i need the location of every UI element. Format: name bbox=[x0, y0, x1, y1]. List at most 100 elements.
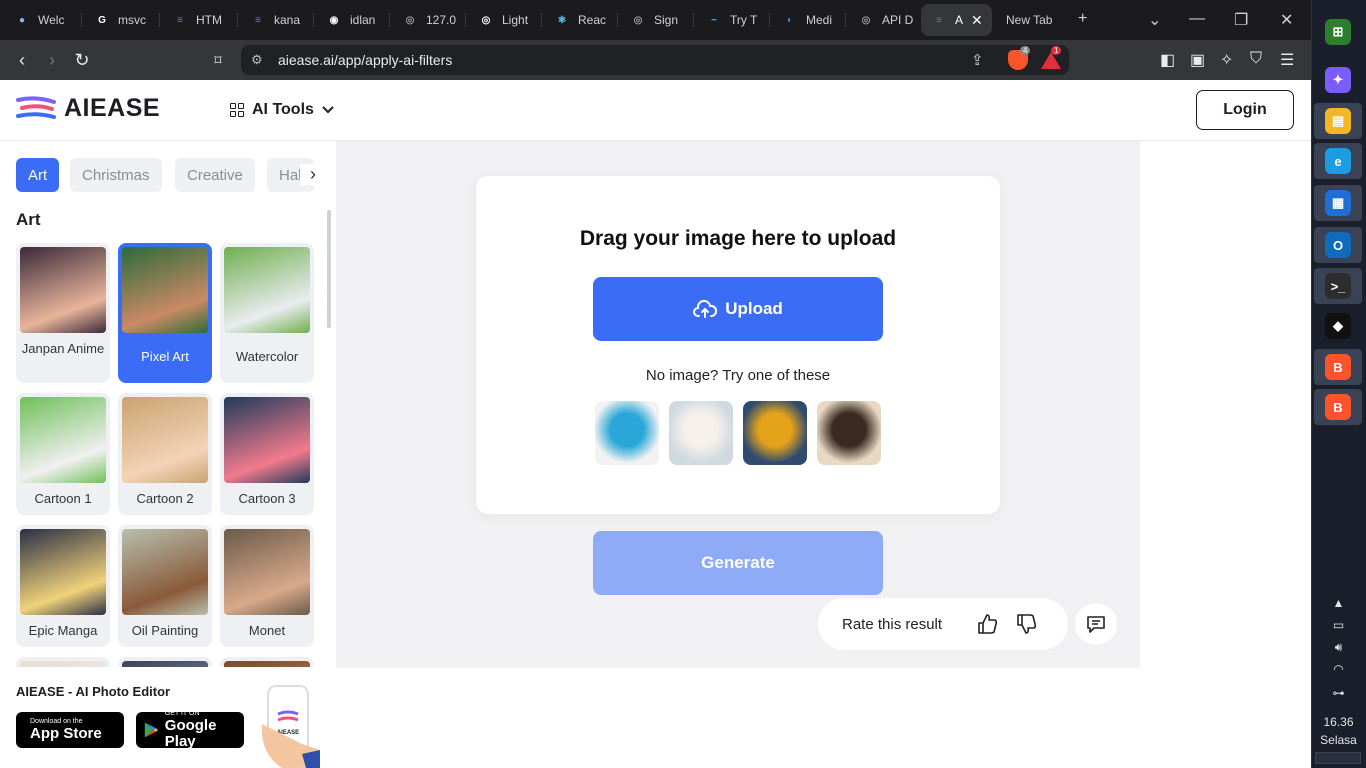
taskbar-app-brave-2[interactable]: B bbox=[1314, 389, 1362, 425]
taskbar-app-microsoft-store[interactable]: ▦ bbox=[1314, 185, 1362, 221]
tab-search-icon[interactable]: ⌄ bbox=[1148, 10, 1161, 30]
tab-favicon-icon: ◐ bbox=[786, 14, 794, 26]
taskbar-app-copilot[interactable]: ✦ bbox=[1314, 62, 1362, 98]
browser-tab[interactable]: ≡ A ✕ bbox=[921, 4, 992, 36]
browser-tab[interactable]: ≡ HTM bbox=[162, 4, 238, 36]
sample-image-woman-curly-hair[interactable] bbox=[595, 401, 659, 465]
taskbar-app-cube-app[interactable]: ◆ bbox=[1314, 308, 1362, 344]
settings-sliders-icon[interactable]: ⊶ bbox=[1311, 686, 1366, 700]
logo-text[interactable]: AIEASE bbox=[64, 94, 160, 123]
sidebar-toggle-icon[interactable]: ◧ bbox=[1160, 50, 1175, 70]
show-desktop-button[interactable] bbox=[1315, 752, 1361, 764]
sidebar-scrollbar[interactable] bbox=[327, 210, 331, 328]
upload-button[interactable]: Upload bbox=[593, 277, 883, 341]
chevron-right-icon[interactable]: › bbox=[300, 164, 326, 185]
browser-tab[interactable]: New Tab bbox=[996, 4, 1076, 36]
site-info-icon[interactable]: ⚙ bbox=[251, 52, 263, 68]
category-chip[interactable]: Creative bbox=[175, 158, 255, 192]
address-bar[interactable]: ⚙ aiease.ai/app/apply-ai-filters ⇪ 4 1 bbox=[241, 45, 1069, 75]
leo-ai-icon[interactable]: ✧ bbox=[1220, 50, 1233, 70]
tab-favicon-icon: ◎ bbox=[481, 14, 491, 26]
category-chip[interactable]: Christmas bbox=[70, 158, 162, 192]
phone-illustration: AIEASE bbox=[262, 685, 320, 768]
tray-overflow-icon[interactable]: ▲ bbox=[1311, 596, 1366, 610]
taskbar-app-file-explorer[interactable]: ▤ bbox=[1314, 103, 1362, 139]
filter-card[interactable]: Cartoon 1 bbox=[16, 393, 110, 515]
clock-time[interactable]: 16.36 bbox=[1311, 715, 1366, 729]
browser-tab[interactable]: ⚛ Reac bbox=[544, 4, 618, 36]
url-text[interactable]: aiease.ai/app/apply-ai-filters bbox=[278, 52, 452, 68]
sample-image-sunflowers[interactable] bbox=[743, 401, 807, 465]
browser-tab[interactable]: ● Welc bbox=[4, 4, 82, 36]
sample-image-wedding-couple[interactable] bbox=[669, 401, 733, 465]
clock-day[interactable]: Selasa bbox=[1311, 733, 1366, 747]
forward-icon[interactable]: › bbox=[42, 50, 62, 70]
wallet-icon[interactable]: ▣ bbox=[1190, 50, 1205, 70]
upload-dropzone[interactable]: Drag your image here to upload Upload No… bbox=[476, 176, 1000, 514]
terminal-icon: >_ bbox=[1325, 273, 1351, 299]
filter-thumbnail bbox=[20, 661, 106, 667]
browser-tab[interactable]: ◎ Sign bbox=[620, 4, 694, 36]
thumbs-down-icon[interactable] bbox=[1015, 613, 1037, 635]
close-window-icon[interactable]: ✕ bbox=[1280, 10, 1293, 30]
filter-card[interactable] bbox=[16, 657, 110, 667]
share-icon[interactable]: ⇪ bbox=[971, 51, 984, 69]
browser-tab[interactable]: ◎ API D bbox=[848, 4, 920, 36]
browser-tab[interactable]: ≡ kana bbox=[240, 4, 314, 36]
category-chips: Art Christmas Creative Hal bbox=[16, 158, 326, 192]
minimize-icon[interactable]: — bbox=[1189, 10, 1205, 28]
filter-card[interactable]: Pixel Art bbox=[118, 243, 212, 383]
menu-icon[interactable]: ☰ bbox=[1280, 50, 1294, 70]
taskbar-app-brave[interactable]: B bbox=[1314, 349, 1362, 385]
close-tab-icon[interactable]: ✕ bbox=[971, 12, 983, 29]
browser-tab[interactable]: Gmsvc bbox=[84, 4, 160, 36]
new-tab-icon[interactable]: + bbox=[1078, 10, 1087, 28]
browser-tab[interactable]: ~ Try T bbox=[696, 4, 770, 36]
shield-count-badge: 4 bbox=[1020, 46, 1031, 55]
filter-card[interactable]: Janpan Anime bbox=[16, 243, 110, 383]
thumbs-up-icon[interactable] bbox=[976, 613, 998, 635]
generate-button[interactable]: Generate bbox=[593, 531, 883, 595]
filter-thumbnail bbox=[122, 397, 208, 483]
feedback-button[interactable] bbox=[1075, 603, 1117, 645]
tab-separator bbox=[389, 13, 390, 27]
taskbar-app-outlook[interactable]: O bbox=[1314, 227, 1362, 263]
aiease-logo-icon[interactable] bbox=[16, 96, 56, 120]
taskbar-app-start[interactable]: ⊞ bbox=[1314, 14, 1362, 50]
taskbar-app-edge[interactable]: e bbox=[1314, 143, 1362, 179]
filter-card[interactable] bbox=[118, 657, 212, 667]
volume-icon[interactable]: 🔊︎ bbox=[1311, 640, 1366, 655]
filter-card[interactable]: Monet bbox=[220, 525, 314, 647]
sample-image-dog-party-hat[interactable] bbox=[817, 401, 881, 465]
google-play-button[interactable]: GET IT ON Google Play bbox=[136, 710, 244, 750]
tab-separator bbox=[693, 13, 694, 27]
browser-tab[interactable]: ◉ idlan bbox=[316, 4, 390, 36]
filter-card[interactable]: Cartoon 2 bbox=[118, 393, 212, 515]
filter-card[interactable] bbox=[220, 657, 314, 667]
google-play-icon bbox=[144, 722, 158, 738]
filter-card[interactable]: Epic Manga bbox=[16, 525, 110, 647]
taskbar-app-terminal[interactable]: >_ bbox=[1314, 268, 1362, 304]
wifi-icon[interactable]: ◠ bbox=[1311, 662, 1366, 676]
filter-thumbnail bbox=[224, 397, 310, 483]
category-chip[interactable]: Art bbox=[16, 158, 60, 192]
reload-icon[interactable]: ↻ bbox=[72, 50, 92, 70]
bookmark-icon[interactable]: ⌑ bbox=[208, 50, 228, 70]
battery-icon[interactable]: ▭ bbox=[1311, 618, 1366, 632]
filter-card[interactable]: Oil Painting bbox=[118, 525, 212, 647]
vpn-icon[interactable]: ⛉ bbox=[1250, 50, 1262, 68]
app-store-button[interactable]: Download on the App Store bbox=[16, 712, 124, 748]
browser-tab[interactable]: ◐ Medi bbox=[772, 4, 846, 36]
filter-card[interactable]: Cartoon 3 bbox=[220, 393, 314, 515]
browser-tab[interactable]: ◎ 127.0 bbox=[392, 4, 466, 36]
tab-favicon-icon: ~ bbox=[711, 14, 717, 26]
browser-tab[interactable]: ◎ Light bbox=[468, 4, 542, 36]
filter-thumbnail bbox=[122, 247, 208, 333]
login-button[interactable]: Login bbox=[1196, 90, 1294, 130]
back-icon[interactable]: ‹ bbox=[12, 50, 32, 70]
ai-tools-menu[interactable]: AI Tools bbox=[230, 101, 334, 119]
filter-card[interactable]: Watercolor bbox=[220, 243, 314, 383]
tab-label: New Tab bbox=[1006, 13, 1053, 27]
sample-images bbox=[595, 401, 881, 465]
maximize-icon[interactable]: ❐ bbox=[1234, 10, 1248, 30]
